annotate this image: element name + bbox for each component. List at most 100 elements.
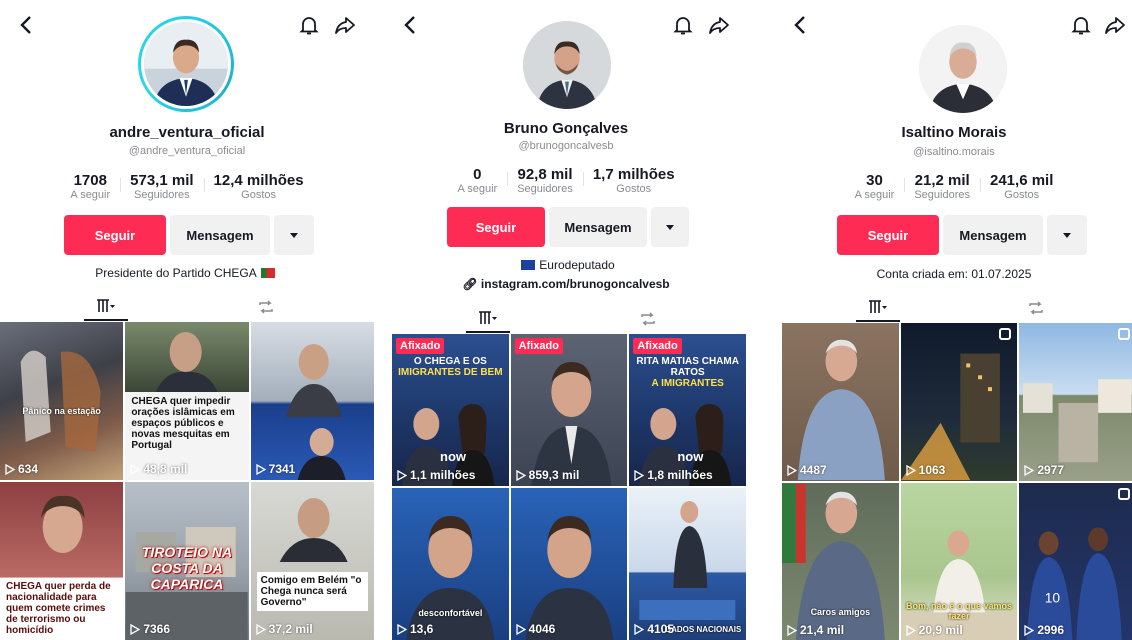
play-icon: [787, 624, 797, 636]
follow-button[interactable]: Seguir: [447, 207, 545, 247]
stat-following[interactable]: 30 A seguir: [845, 172, 905, 202]
play-icon: [256, 623, 266, 635]
follow-button[interactable]: Seguir: [64, 215, 166, 255]
back-button[interactable]: [12, 10, 42, 40]
video-thumbnail[interactable]: Afixado O CHEGA E OS IMIGRANTES DE BEM no…: [392, 334, 509, 486]
video-thumbnail[interactable]: 4046: [510, 488, 628, 640]
tab-videos[interactable]: [84, 293, 128, 321]
view-count: 859,3 mil: [516, 468, 579, 482]
view-count: 1063: [906, 463, 945, 477]
notification-bell-button[interactable]: [1066, 10, 1096, 40]
stat-likes[interactable]: 12,4 milhões Gostos: [203, 172, 314, 202]
message-button[interactable]: Mensagem: [549, 207, 647, 247]
eu-flag-icon: [521, 260, 536, 270]
follow-button[interactable]: Seguir: [837, 215, 939, 255]
profile-bio: Conta criada em: 01.07.2025: [876, 267, 1032, 281]
bell-icon: [1071, 17, 1091, 35]
avatar: [919, 25, 1007, 113]
view-count: 20,9 mil: [906, 623, 963, 637]
svg-text:10: 10: [1045, 590, 1061, 606]
video-thumbnail[interactable]: CHEGA quer perda de nacionalidade para q…: [0, 482, 124, 640]
stat-followers[interactable]: 92,8 mil Seguidores: [507, 166, 583, 196]
video-thumbnail[interactable]: Caros amigos 21,4 mil: [782, 483, 899, 640]
play-icon: [787, 464, 797, 476]
video-grid: 4487 1063 2977 Caros amigos 21,4 mil Bom…: [782, 323, 1132, 640]
view-count: 37,2 mil: [256, 622, 313, 636]
view-count: 4487: [787, 463, 827, 477]
share-button[interactable]: [704, 10, 734, 40]
video-thumbnail[interactable]: 4487: [782, 323, 899, 481]
profile-name: Bruno Gonçalves: [503, 120, 629, 137]
video-caption: TIROTEIO NA COSTA DA CAPARICA: [141, 544, 233, 592]
now-logo: now: [677, 449, 704, 464]
view-count: 21,4 mil: [787, 623, 844, 637]
video-thumbnail[interactable]: 7341: [250, 322, 374, 480]
play-icon: [634, 469, 645, 481]
video-thumbnail[interactable]: Afixado RITA MATIAS CHAMA RATOS A IMIGRAN…: [629, 334, 746, 486]
content-tabs: [776, 294, 1132, 322]
share-button[interactable]: [1100, 10, 1130, 40]
profile-name: Isaltino Morais: [901, 124, 1007, 141]
back-button[interactable]: [786, 10, 816, 40]
tab-videos[interactable]: [856, 294, 900, 322]
avatar-wrap[interactable]: [522, 20, 612, 110]
video-thumbnail[interactable]: 2977: [1019, 323, 1132, 481]
content-tabs: [0, 293, 374, 321]
more-options-button[interactable]: [1047, 215, 1087, 255]
portugal-flag-icon: [260, 268, 275, 278]
grid-dropdown-icon: [479, 311, 497, 324]
tab-reposts[interactable]: [626, 305, 670, 333]
video-thumbnail[interactable]: 1063: [900, 323, 1018, 481]
message-button[interactable]: Mensagem: [170, 215, 270, 255]
message-button[interactable]: Mensagem: [943, 215, 1043, 255]
play-icon: [1024, 624, 1035, 636]
stat-followers[interactable]: 573,1 mil Seguidores: [120, 172, 203, 202]
play-icon: [516, 469, 526, 481]
profile-stats: 0 A seguir 92,8 mil Seguidores 1,7 milhõ…: [386, 166, 746, 196]
profile-bio: Eurodeputado: [386, 258, 746, 272]
notification-bell-button[interactable]: [294, 10, 324, 40]
avatar-wrap[interactable]: [918, 24, 1008, 114]
video-thumbnail[interactable]: CHEGA quer impedir orações islâmicas em …: [125, 322, 249, 480]
tab-reposts[interactable]: [244, 293, 288, 321]
view-count: 4046: [516, 622, 555, 636]
more-options-button[interactable]: [651, 207, 689, 247]
content-tabs: [386, 305, 746, 333]
tab-videos[interactable]: [466, 305, 510, 333]
video-thumbnail[interactable]: desconfortável 13,6: [392, 488, 509, 640]
video-thumbnail[interactable]: DADOS NACIONAIS 4105: [629, 488, 746, 640]
stat-likes[interactable]: 241,6 mil Gostos: [980, 172, 1063, 202]
play-icon: [516, 623, 526, 635]
video-thumbnail[interactable]: 10 2996: [1019, 483, 1132, 640]
view-count: 7341: [256, 462, 295, 476]
tab-reposts[interactable]: [1014, 294, 1058, 322]
play-icon: [5, 463, 15, 475]
view-count: 634: [5, 462, 38, 476]
video-thumbnail[interactable]: Pânico na estação 634: [0, 322, 124, 480]
video-thumbnail[interactable]: Comigo em Belém "o Chega nunca será Gove…: [250, 482, 374, 640]
video-thumbnail[interactable]: TIROTEIO NA COSTA DA CAPARICA 7366: [125, 482, 249, 640]
view-count: 2996: [1024, 623, 1064, 637]
stat-following[interactable]: 1708 A seguir: [60, 172, 120, 202]
video-grid: Pânico na estação 634 CHEGA quer impedir…: [0, 322, 374, 640]
stat-followers[interactable]: 21,2 mil Seguidores: [904, 172, 980, 202]
avatar-story-ring[interactable]: [138, 16, 234, 112]
avatar: [523, 21, 611, 109]
back-button[interactable]: [396, 10, 426, 40]
video-thumbnail[interactable]: Bom, não é o que vamos fazer 20,9 mil: [900, 483, 1018, 640]
video-caption: desconfortável: [418, 608, 483, 618]
stat-following[interactable]: 0 A seguir: [447, 166, 507, 196]
more-options-button[interactable]: [274, 215, 314, 255]
stat-likes[interactable]: 1,7 milhões Gostos: [582, 166, 685, 196]
share-button[interactable]: [330, 10, 360, 40]
repost-icon: [259, 300, 273, 314]
link-icon: 🔗︎: [462, 277, 478, 291]
video-thumbnail[interactable]: Afixado 859,3 mil: [510, 334, 628, 486]
play-icon: [130, 463, 141, 475]
profile-bio: Presidente do Partido CHEGA: [0, 266, 374, 280]
profile-link[interactable]: 🔗︎ instagram.com/brunogoncalvesb: [386, 277, 746, 291]
notification-bell-button[interactable]: [668, 10, 698, 40]
view-count: 2977: [1024, 463, 1064, 477]
profile-handle: @brunogoncalvesb: [518, 140, 614, 152]
share-arrow-icon: [335, 17, 355, 34]
